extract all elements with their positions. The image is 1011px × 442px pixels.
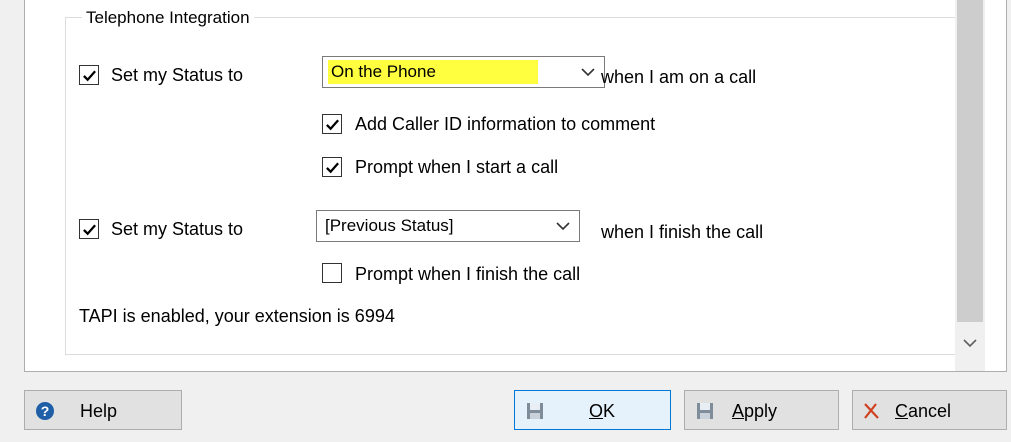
vertical-scrollbar[interactable]	[955, 0, 985, 371]
checkmark-icon	[82, 224, 96, 235]
help-icon: ?	[36, 402, 54, 420]
cancel-button[interactable]: Cancel	[852, 390, 1007, 430]
call-start-suffix-label: when I am on a call	[601, 67, 757, 87]
call-finish-suffix-label: when I finish the call	[601, 222, 764, 242]
call-start-status-value: On the Phone	[328, 60, 538, 84]
chevron-down-icon	[556, 222, 570, 231]
prompt-finish-call-checkbox[interactable]	[322, 263, 342, 283]
settings-panel: Telephone Integration Set my Status to O…	[24, 0, 1007, 372]
floppy-disk-icon	[697, 403, 713, 419]
prompt-start-call-checkbox[interactable]	[322, 157, 342, 177]
call-start-status-select[interactable]: On the Phone	[322, 56, 605, 88]
call-finish-status-value: [Previous Status]	[325, 216, 454, 235]
scrollbar-thumb[interactable]	[957, 0, 983, 322]
floppy-disk-icon	[527, 403, 543, 419]
set-status-on-finish-label: Set my Status to	[111, 219, 244, 239]
add-caller-id-checkbox[interactable]	[322, 114, 342, 134]
scroll-down-button[interactable]	[955, 328, 985, 358]
prompt-start-call-label: Prompt when I start a call	[355, 157, 559, 177]
apply-button[interactable]: Apply	[684, 390, 839, 430]
help-button-label: Help	[80, 401, 118, 421]
checkmark-icon	[325, 162, 339, 173]
ok-button-label: OK	[589, 401, 616, 421]
set-status-on-finish-checkbox[interactable]	[79, 219, 99, 239]
chevron-down-icon	[581, 68, 595, 77]
set-status-on-call-checkbox[interactable]	[79, 65, 99, 85]
help-button[interactable]: ? Help	[24, 390, 182, 430]
ok-button[interactable]: OK	[514, 390, 671, 430]
cancel-x-icon	[864, 403, 879, 419]
call-finish-status-select[interactable]: [Previous Status]	[316, 210, 580, 242]
set-status-on-call-label: Set my Status to	[111, 65, 244, 85]
tapi-status-text: TAPI is enabled, your extension is 6994	[79, 306, 395, 326]
chevron-down-icon	[963, 339, 977, 348]
groupbox-title: Telephone Integration	[82, 8, 254, 28]
cancel-button-label: Cancel	[895, 401, 952, 421]
checkmark-icon	[325, 119, 339, 130]
prompt-finish-call-label: Prompt when I finish the call	[355, 264, 581, 284]
add-caller-id-label: Add Caller ID information to comment	[355, 114, 656, 134]
checkmark-icon	[82, 70, 96, 81]
svg-text:?: ?	[41, 403, 50, 419]
apply-button-label: Apply	[732, 401, 778, 421]
